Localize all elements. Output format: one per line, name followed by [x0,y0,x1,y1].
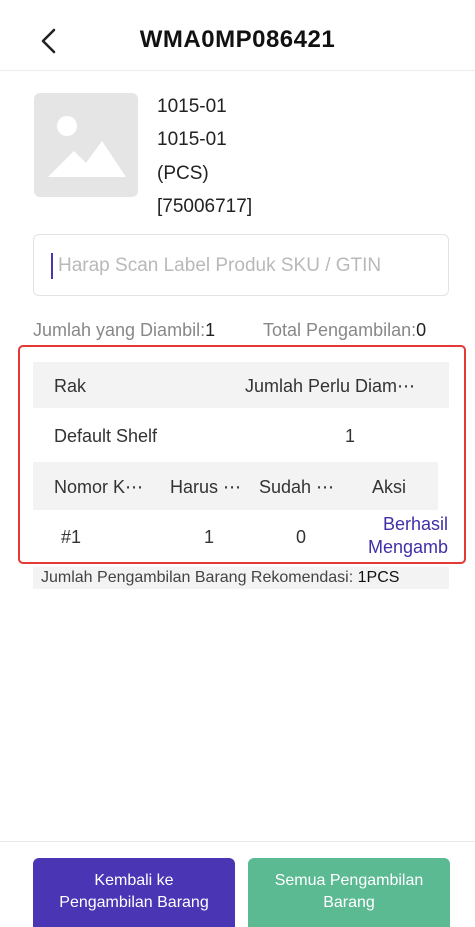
box-number: #1 [61,527,82,547]
back-to-picking-line2: Pengambilan Barang [59,894,209,911]
product-image [34,93,138,197]
header-box-number: Nomor K⋯ [54,477,144,497]
product-sku: 1015-01 [157,96,227,117]
footer-divider [0,841,475,842]
header-done: Sudah ⋯ [259,477,335,497]
text-caret [51,253,53,279]
recommendation-label: Jumlah Pengambilan Barang Rekomendasi: [41,569,358,586]
box-done-qty: 0 [296,527,307,547]
all-picking-button[interactable]: Semua Pengambilan Barang [248,858,450,927]
total-picking-value: 0 [416,320,427,340]
product-unit: (PCS) [157,163,209,184]
product-name: 1015-01 [157,129,227,150]
scan-field[interactable] [33,234,449,296]
header-rak: Rak [54,376,87,396]
pick-success-line1: Berhasil [382,514,448,534]
picked-quantity: Jumlah yang Diambil:1 [33,320,215,341]
all-picking-line1: Semua Pengambilan [274,872,424,889]
header-must: Harus ⋯ [170,477,242,497]
header-quantity-needed: Jumlah Perlu Diam⋯ [245,376,416,396]
header: WMA0MP086421 [0,0,475,71]
back-to-picking-button[interactable]: Kembali ke Pengambilan Barang [33,858,235,927]
shelf-name: Default Shelf [54,426,158,446]
picked-quantity-label: Jumlah yang Diambil: [33,320,206,340]
total-picking: Total Pengambilan:0 [263,320,426,341]
page-title: WMA0MP086421 [139,26,336,53]
recommendation-value: 1PCS [357,569,400,586]
recommendation-bar: Jumlah Pengambilan Barang Rekomendasi: 1… [33,567,449,589]
pick-success-link[interactable]: Berhasil Mengamb [340,513,448,559]
product-code: [75006717] [157,196,253,217]
back-to-picking-line1: Kembali ke [94,872,174,889]
image-placeholder-icon [48,116,126,177]
header-action: Aksi [372,477,407,497]
all-picking-line2: Barang [323,894,375,911]
box-must-qty: 1 [204,527,215,547]
pick-success-line2: Mengamb [367,537,448,557]
scan-input[interactable] [56,245,440,287]
shelf-quantity: 1 [345,426,356,446]
picked-quantity-value: 1 [205,320,216,340]
total-picking-label: Total Pengambilan: [263,320,417,340]
